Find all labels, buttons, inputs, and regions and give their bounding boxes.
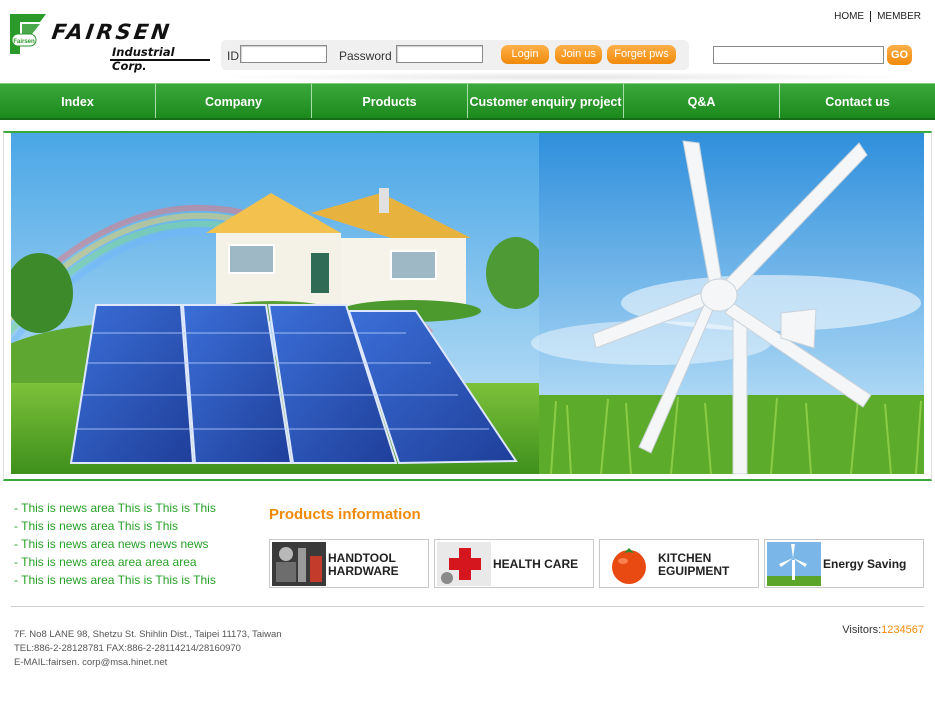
product-card-health-care[interactable]: HEALTH CARE [434, 539, 594, 588]
member-link[interactable]: MEMBER [877, 11, 921, 22]
visitors-label: Visitors: [842, 624, 882, 636]
nav-item-qa[interactable]: Q&A [624, 84, 780, 118]
footer-address: 7F. No8 LANE 98, Shetzu St. Shihlin Dist… [14, 629, 282, 640]
login-button[interactable]: Login [501, 45, 549, 64]
nav-item-customer-enquiry[interactable]: Customer enquiry project [468, 84, 624, 118]
go-button[interactable]: GO [887, 45, 912, 65]
password-label: Password [339, 49, 392, 63]
fairsen-logo-icon: Fairsen [10, 14, 46, 54]
brand-name: FAIRSEN [50, 20, 174, 44]
id-label: ID [227, 49, 239, 63]
handtool-icon [272, 542, 326, 586]
nav-item-company[interactable]: Company [156, 84, 312, 118]
home-link[interactable]: HOME [834, 11, 864, 22]
forget-password-button[interactable]: Forget pws [607, 45, 676, 64]
join-us-button[interactable]: Join us [555, 45, 602, 64]
logo-underline [110, 59, 210, 61]
news-item[interactable]: - This is news area This is This [14, 519, 216, 537]
nav-item-index[interactable]: Index [0, 84, 156, 118]
news-item[interactable]: - This is news area area area area [14, 555, 216, 573]
nav-item-contact-us[interactable]: Contact us [780, 84, 935, 118]
nav-item-products[interactable]: Products [312, 84, 468, 118]
product-card-energy-saving[interactable]: Energy Saving [764, 539, 924, 588]
product-label-line2: EGUIPMENT [658, 564, 730, 578]
login-bar: ID Password Login Join us Forget pws [221, 40, 689, 70]
product-card-kitchen[interactable]: KITCHEN EGUIPMENT [599, 539, 759, 588]
top-links: HOME MEMBER [834, 11, 921, 22]
footer-divider [11, 606, 924, 607]
products-title: Products information [269, 506, 421, 523]
footer-phone: TEL:886-2-28128781 FAX:886-2-28114214/28… [14, 643, 241, 654]
hero-banner-image [11, 133, 924, 474]
product-card-handtool[interactable]: HANDTOOL HARDWARE [269, 539, 429, 588]
wind-turbine-icon [767, 542, 821, 586]
search-input[interactable] [713, 46, 884, 64]
news-item[interactable]: - This is news area news news news [14, 537, 216, 555]
product-label-line2: HARDWARE [328, 564, 399, 578]
news-item[interactable]: - This is news area This is This is This [14, 573, 216, 591]
logo-mark-text: Fairsen [13, 39, 35, 45]
health-cross-icon [437, 542, 491, 586]
link-divider [870, 11, 872, 22]
password-input[interactable] [396, 45, 483, 63]
product-label-line1: Energy Saving [823, 557, 907, 571]
main-nav: Index Company Products Customer enquiry … [0, 83, 935, 120]
footer-email[interactable]: E-MAIL:fairsen. corp@msa.hinet.net [14, 656, 282, 670]
hero-banner [11, 133, 924, 474]
product-label-line1: HEALTH CARE [493, 557, 579, 571]
news-item[interactable]: - This is news area This is This is This [14, 501, 216, 519]
company-logo[interactable]: Fairsen FAIRSEN Industrial Corp. [10, 14, 210, 73]
news-list: - This is news area This is This is This… [14, 501, 216, 591]
visitor-counter: Visitors:1234567 [842, 624, 924, 636]
tomato-icon [602, 542, 656, 586]
visitors-count: 1234567 [881, 624, 924, 636]
footer-contact: 7F. No8 LANE 98, Shetzu St. Shihlin Dist… [14, 628, 282, 670]
id-input[interactable] [240, 45, 327, 63]
header-shadow [210, 72, 920, 82]
